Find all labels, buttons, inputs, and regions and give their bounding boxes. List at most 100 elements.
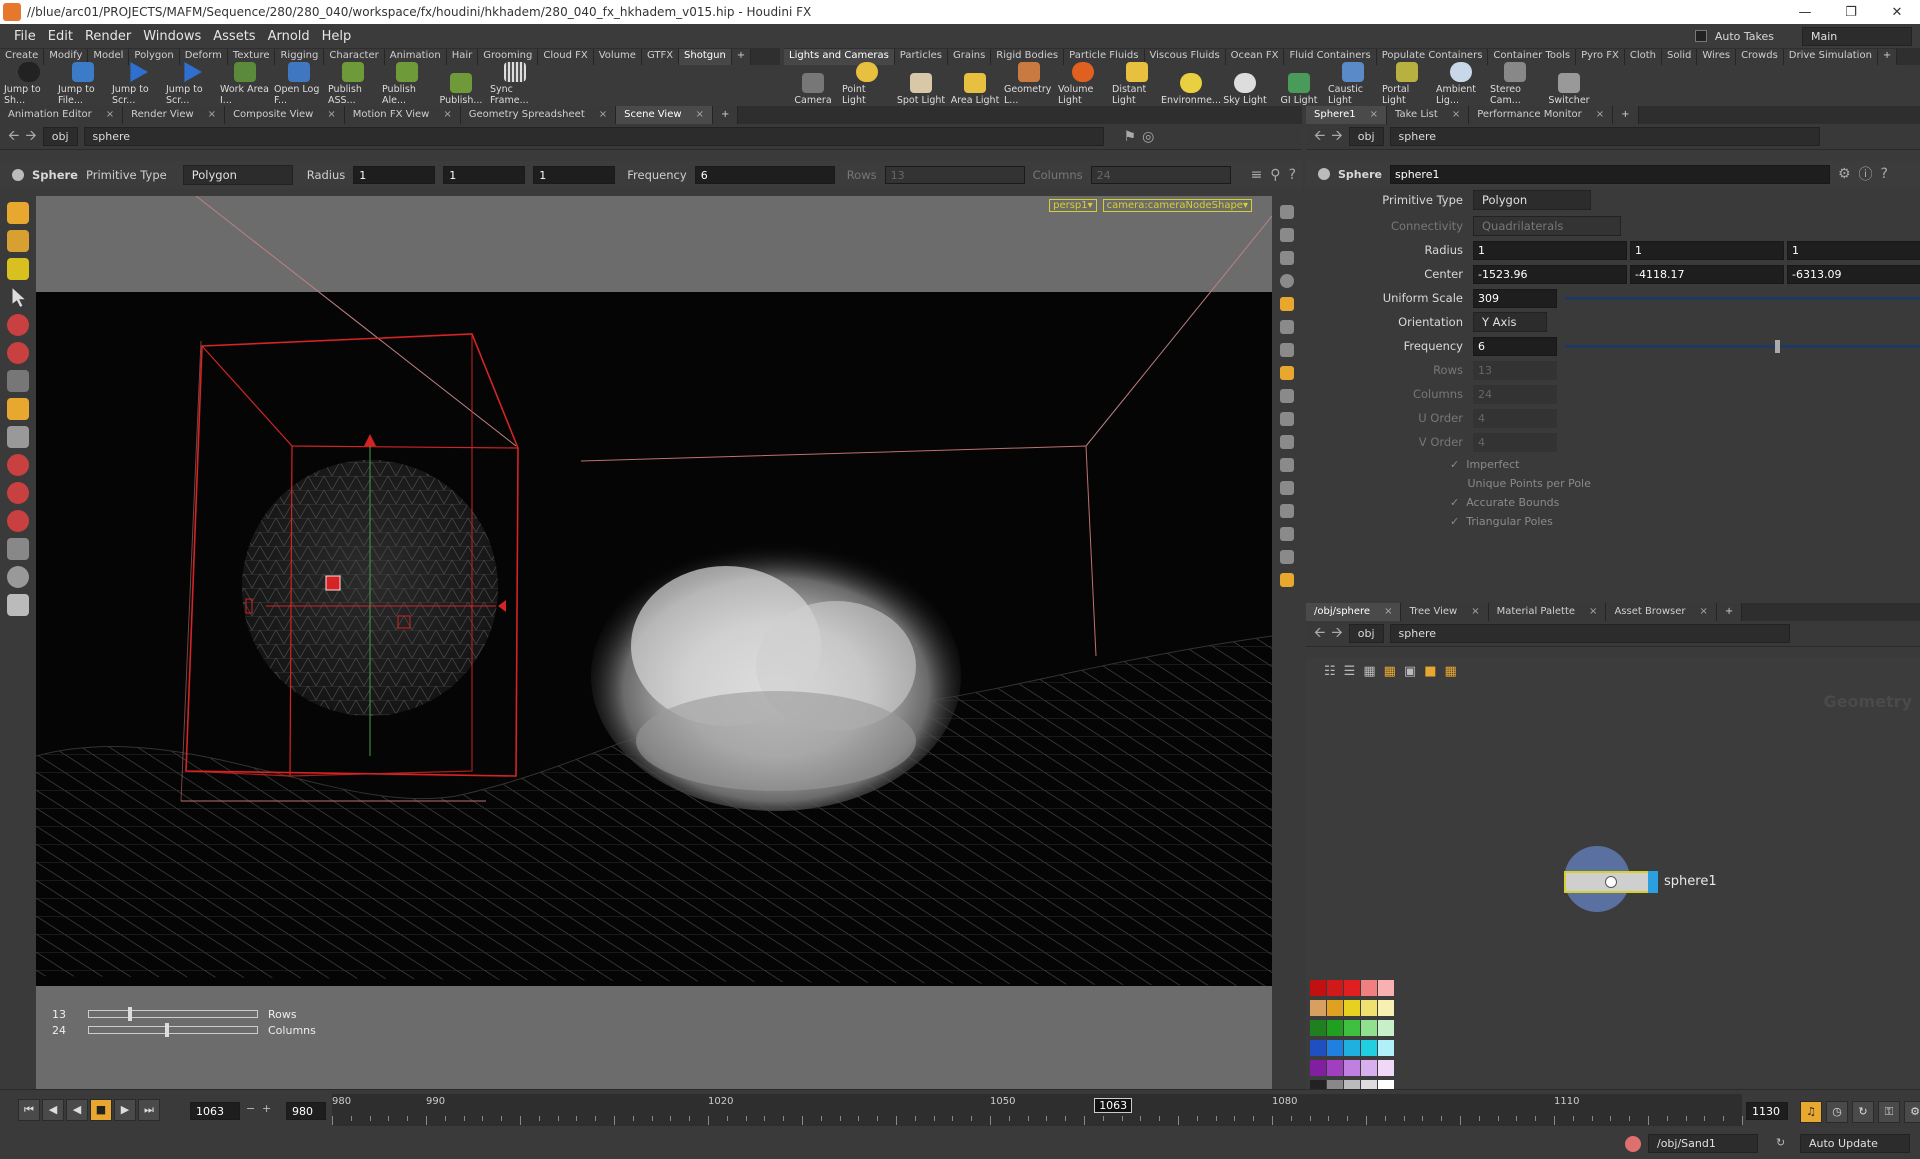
color-swatch[interactable] (1378, 1040, 1394, 1056)
paint-tool-icon[interactable] (7, 230, 29, 252)
menu-help[interactable]: Help (316, 29, 358, 44)
jump-to-end-button[interactable]: ⏭ (138, 1099, 160, 1121)
color-swatch[interactable] (1310, 1040, 1326, 1056)
tool-jump-to-shotgun[interactable]: Jump to Sh... (4, 62, 54, 106)
tool-jump-to-scene[interactable]: Jump to Scr... (112, 62, 162, 106)
tool-switcher[interactable]: Switcher (1544, 73, 1594, 106)
shading-icon[interactable] (1280, 274, 1294, 288)
color-swatch[interactable] (1327, 1000, 1343, 1016)
update-mode-select[interactable]: Auto Update (1800, 1134, 1910, 1153)
move-tool-icon[interactable] (7, 314, 29, 336)
accurate-bounds-toggle[interactable]: ✓ Accurate Bounds (1450, 496, 1559, 514)
grid-icon[interactable]: ▦ (1363, 664, 1375, 679)
status-path[interactable]: /obj/Sand1 (1648, 1134, 1758, 1153)
tool-sky-light[interactable]: Sky Light (1220, 73, 1270, 106)
radius-x-field[interactable]: 1 (1473, 240, 1627, 260)
shelf-tab-wires[interactable]: Wires (1697, 49, 1737, 65)
tool-jump-to-script[interactable]: Jump to Scr... (166, 62, 216, 106)
shelf-tab-particles[interactable]: Particles (894, 49, 948, 65)
normals-icon[interactable] (1280, 412, 1294, 426)
radius-x-field[interactable]: 1 (353, 166, 436, 184)
viewport-canvas[interactable] (36, 196, 1272, 1089)
path-obj[interactable]: obj (1348, 624, 1384, 643)
step-back-key-button[interactable]: ◀ (42, 1099, 64, 1121)
path-obj[interactable]: obj (1348, 127, 1384, 146)
scene-viewport[interactable]: persp1▾ camera:cameraNodeShape▾ 13 Rows … (36, 196, 1272, 1089)
color-swatch[interactable] (1327, 1040, 1343, 1056)
tool-ambient-light[interactable]: Ambient Lig... (1436, 62, 1486, 106)
tab-sphere1[interactable]: Sphere1 × (1306, 106, 1387, 124)
tab-geometry-spreadsheet[interactable]: Geometry Spreadsheet × (460, 106, 617, 124)
add-tab-icon[interactable]: + (1716, 603, 1743, 621)
shelf-tab-grains[interactable]: Grains (947, 49, 992, 65)
forward-arrow-icon[interactable]: 🡪 (1331, 125, 1342, 149)
loop-icon[interactable]: ↻ (1852, 1101, 1874, 1123)
tool-gi-light[interactable]: GI Light (1274, 73, 1324, 106)
snap-icon[interactable] (7, 510, 29, 532)
camera-menu[interactable]: persp1▾ (1049, 199, 1097, 212)
maximize-button[interactable]: ❐ (1828, 5, 1874, 20)
rotate-tool-icon[interactable] (7, 342, 29, 364)
current-frame-marker[interactable]: 1063 (1094, 1098, 1133, 1113)
tool-portal-light[interactable]: Portal Light (1382, 62, 1432, 106)
camera-display-icon[interactable] (1280, 481, 1294, 495)
color-swatch[interactable] (1310, 1020, 1326, 1036)
tool-spot-light[interactable]: Spot Light (896, 73, 946, 106)
radius-z-field[interactable]: 1 (1787, 240, 1920, 260)
path-sphere[interactable]: sphere (1389, 127, 1820, 146)
frame-increment-icon[interactable]: + (262, 1102, 271, 1115)
transform-tool-icon[interactable] (7, 426, 29, 448)
add-tab-icon[interactable]: + (1613, 106, 1639, 124)
timeline-bar[interactable]: 980 990 1020 1050 1080 1110 1063 (332, 1094, 1743, 1126)
shelf-tab-cloth[interactable]: Cloth (1624, 49, 1662, 65)
color-swatch[interactable] (1361, 1020, 1377, 1036)
tab-animation-editor[interactable]: Animation Editor × (0, 106, 124, 124)
frequency-slider[interactable] (1565, 339, 1920, 353)
tool-camera[interactable]: Camera (788, 73, 838, 106)
shelf-tab-solid[interactable]: Solid (1661, 49, 1698, 65)
tab-scene-view[interactable]: Scene View × (616, 106, 713, 124)
point-display-icon[interactable] (1280, 389, 1294, 403)
color-swatch[interactable] (1344, 1000, 1360, 1016)
color-swatch[interactable] (1310, 980, 1326, 996)
ghost-icon[interactable] (1280, 251, 1294, 265)
color-swatch[interactable] (1378, 1060, 1394, 1076)
global-anim-options-icon[interactable]: ⚙ (1904, 1101, 1920, 1123)
play-reverse-button[interactable]: ◀ (66, 1099, 88, 1121)
node-name-field[interactable]: sphere1 (1389, 164, 1830, 184)
unique-points-toggle[interactable]: Unique Points per Pole (1450, 477, 1590, 495)
path-sphere[interactable]: sphere (1389, 624, 1790, 643)
lock-camera-icon[interactable] (1280, 228, 1294, 242)
menu-render[interactable]: Render (79, 29, 137, 44)
shelf-tab-volume[interactable]: Volume (593, 49, 642, 65)
lasso-icon[interactable] (7, 454, 29, 476)
color-swatch[interactable] (1361, 1060, 1377, 1076)
text-display-icon[interactable] (1280, 527, 1294, 541)
imperfect-toggle[interactable]: ✓ Imperfect (1450, 458, 1519, 476)
frequency-field[interactable]: 6 (1473, 336, 1557, 356)
columns-field[interactable]: 24 (1473, 384, 1557, 404)
shelf-tab-cloud-fx[interactable]: Cloud FX (538, 49, 594, 65)
menu-edit[interactable]: Edit (42, 29, 79, 44)
connectivity-menu[interactable]: Quadrilaterals (1473, 216, 1621, 236)
lock-icon[interactable]: ⚲ (1270, 167, 1280, 183)
color-swatch[interactable] (1361, 980, 1377, 996)
u-order-field[interactable]: 4 (1473, 408, 1557, 428)
radius-y-field[interactable]: 1 (1630, 240, 1784, 260)
play-button[interactable]: ▶ (114, 1099, 136, 1121)
shelf-tab-ocean-fx[interactable]: Ocean FX (1225, 49, 1285, 65)
display-options-icon[interactable] (1280, 205, 1294, 219)
brush-tool-icon[interactable] (7, 258, 29, 280)
color-swatch[interactable] (1327, 1020, 1343, 1036)
view-tool-icon[interactable] (7, 538, 29, 560)
columns-field[interactable]: 24 (1090, 166, 1231, 184)
color-swatch[interactable] (1344, 1020, 1360, 1036)
current-frame-field[interactable]: 1063 (190, 1102, 240, 1120)
tool-jump-to-file[interactable]: Jump to File... (58, 62, 108, 106)
pin-icon[interactable]: ⚑ (1124, 129, 1137, 145)
tool-work-area[interactable]: Work Area I... (220, 62, 270, 106)
color-swatch[interactable] (1344, 1060, 1360, 1076)
rows-field[interactable]: 13 (884, 166, 1025, 184)
magnet-icon[interactable] (7, 482, 29, 504)
tool-geometry-light[interactable]: Geometry L... (1004, 62, 1054, 106)
